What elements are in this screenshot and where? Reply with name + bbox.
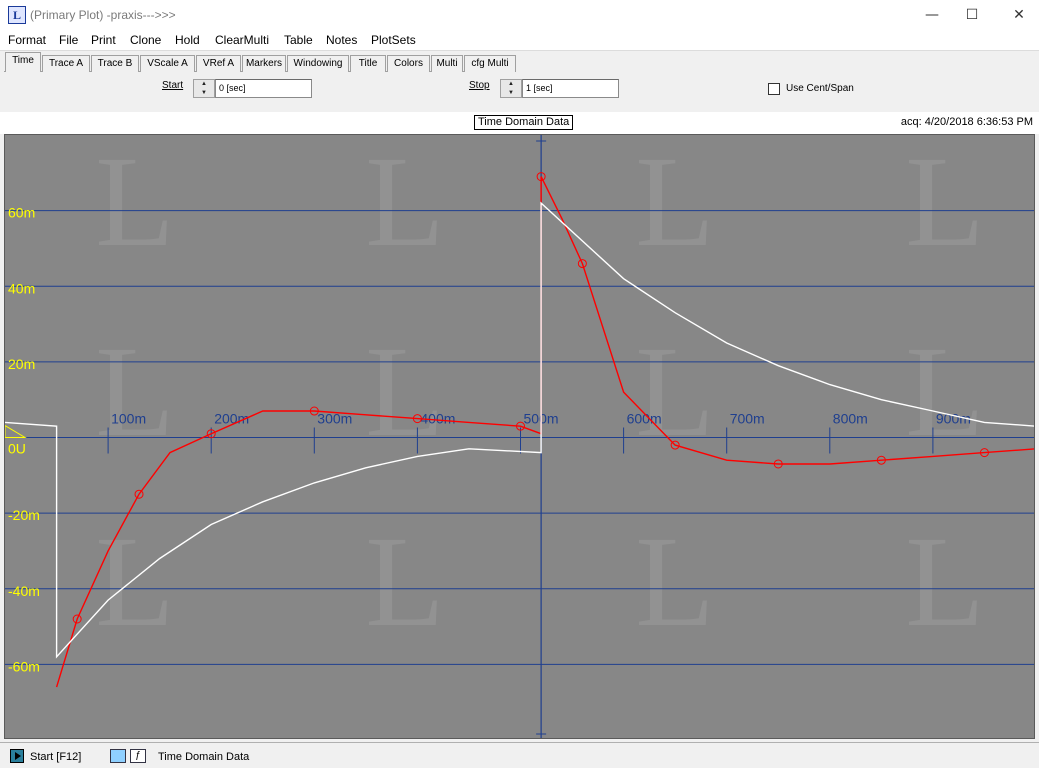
plot-header: Time Domain Data acq: 4/20/2018 6:36:53 … [0, 112, 1039, 134]
watermark-logo: L [95, 320, 174, 464]
watermark-logo: L [95, 510, 174, 654]
x-tick-label: 100m [111, 411, 146, 427]
spin-down-icon[interactable]: ▼ [194, 89, 214, 97]
start-label: Start [162, 80, 184, 91]
tab-multi[interactable]: Multi [431, 55, 463, 72]
zero-label: 0U [8, 441, 26, 457]
plot-area[interactable]: L L L L L L L L L L L L 100m 200m 300m 400m 500m 600m 700m… [4, 134, 1035, 739]
spin-down-icon[interactable]: ▼ [501, 89, 521, 97]
plot-title: Time Domain Data [474, 115, 574, 130]
tab-trace-a[interactable]: Trace A [42, 55, 90, 72]
start-field[interactable]: 0 [sec] [215, 79, 312, 98]
acquisition-timestamp: acq: 4/20/2018 6:36:53 PM [900, 116, 1033, 128]
y-tick-label: 40m [8, 280, 35, 296]
menu-print[interactable]: Print [91, 33, 116, 47]
menu-format[interactable]: Format [8, 33, 46, 47]
start-spinner[interactable]: ▲ ▼ [193, 79, 215, 98]
window-title: (Primary Plot) -praxis--->>> [30, 8, 176, 22]
stop-spinner[interactable]: ▲ ▼ [500, 79, 522, 98]
time-domain-chart[interactable]: L L L LL L L LL L L L100m 200m 300m 400m 500m 600m 700m… [5, 135, 1035, 739]
status-text: Time Domain Data [158, 751, 250, 763]
x-tick-label: 400m [420, 411, 455, 427]
watermark-logo: L [95, 135, 174, 274]
title-bar[interactable]: L (Primary Plot) -praxis--->>> — ☐ ✕ [0, 0, 1039, 30]
tab-title[interactable]: Title [350, 55, 386, 72]
status-bar: Start [F12] ƒ Time Domain Data [0, 742, 1039, 768]
menu-hold[interactable]: Hold [175, 33, 200, 47]
y-tick-label: -40m [8, 583, 40, 599]
stop-field[interactable]: 1 [sec] [522, 79, 619, 98]
app-window: L (Primary Plot) -praxis--->>> — ☐ ✕ For… [0, 0, 1039, 768]
y-tick-label: 20m [8, 356, 35, 372]
watermark-logo: L [365, 510, 444, 654]
y-tick-label: -60m [8, 658, 40, 674]
plot-icon[interactable] [110, 749, 126, 763]
y-tick-label: 60m [8, 205, 35, 221]
x-tick-label: 700m [730, 411, 765, 427]
watermark-logo: L [365, 320, 444, 464]
maximize-button[interactable]: ☐ [949, 0, 995, 30]
tab-colors[interactable]: Colors [387, 55, 430, 72]
tab-time[interactable]: Time [5, 52, 41, 72]
watermark-logo: L [635, 135, 714, 274]
watermark-logo: L [905, 320, 984, 464]
tab-cfg-multi[interactable]: cfg Multi [464, 55, 516, 72]
app-icon[interactable]: L [8, 6, 26, 24]
x-tick-label: 800m [833, 411, 868, 427]
tab-vscale-a[interactable]: VScale A [140, 55, 195, 72]
watermark-logo: L [905, 135, 984, 274]
menu-clearmulti[interactable]: ClearMulti [215, 33, 269, 47]
y-tick-label: -20m [8, 507, 40, 523]
start-icon[interactable] [10, 749, 24, 763]
tab-markers[interactable]: Markers [242, 55, 286, 72]
spin-up-icon[interactable]: ▲ [194, 80, 214, 88]
centspan-label: Use Cent/Span [786, 83, 854, 94]
menu-plotsets[interactable]: PlotSets [371, 33, 416, 47]
watermark-logo: L [635, 510, 714, 654]
menu-clone[interactable]: Clone [130, 33, 161, 47]
watermark-logo: L [365, 135, 444, 274]
start-button[interactable]: Start [F12] [30, 751, 81, 763]
function-icon[interactable]: ƒ [130, 749, 146, 763]
tab-vref-a[interactable]: VRef A [196, 55, 241, 72]
tab-windowing[interactable]: Windowing [287, 55, 349, 72]
menu-notes[interactable]: Notes [326, 33, 357, 47]
tab-trace-b[interactable]: Trace B [91, 55, 139, 72]
centspan-checkbox[interactable] [768, 83, 780, 95]
menu-table[interactable]: Table [284, 33, 313, 47]
watermark-logo: L [635, 320, 714, 464]
tab-panel: Time Trace A Trace B VScale A VRef A Mar… [0, 50, 1039, 110]
menu-bar: Format File Print Clone Hold ClearMulti … [0, 30, 1039, 50]
close-button[interactable]: ✕ [996, 0, 1039, 30]
spin-up-icon[interactable]: ▲ [501, 80, 521, 88]
stop-label: Stop [469, 80, 490, 91]
menu-file[interactable]: File [59, 33, 78, 47]
watermark-logo: L [905, 510, 984, 654]
